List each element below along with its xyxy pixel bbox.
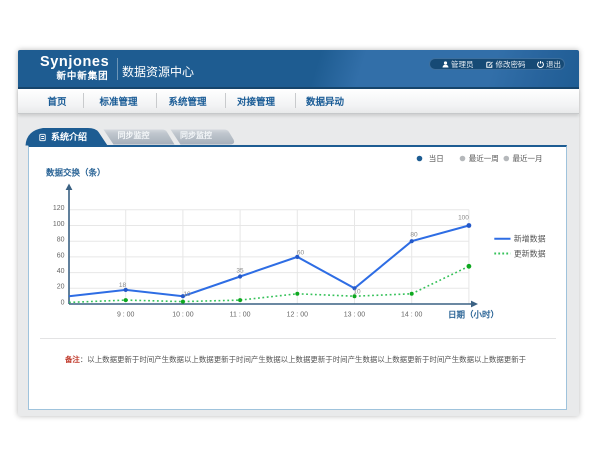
svg-text:10: 10 bbox=[183, 291, 191, 298]
svg-text:13 : 00: 13 : 00 bbox=[344, 311, 366, 318]
svg-text:10 : 00: 10 : 00 bbox=[172, 311, 194, 318]
svg-text:80: 80 bbox=[410, 231, 418, 238]
svg-text:14 : 00: 14 : 00 bbox=[401, 311, 423, 318]
svg-text:100: 100 bbox=[458, 214, 469, 221]
svg-text:11 : 00: 11 : 00 bbox=[230, 311, 251, 318]
svg-text:18: 18 bbox=[119, 282, 127, 289]
svg-text:当日: 当日 bbox=[429, 153, 444, 163]
svg-text:80: 80 bbox=[57, 237, 65, 244]
svg-text:最近一周: 最近一周 bbox=[469, 153, 499, 163]
svg-text:120: 120 bbox=[53, 205, 65, 212]
svg-text:10: 10 bbox=[353, 289, 361, 296]
svg-text:35: 35 bbox=[236, 268, 244, 275]
svg-text:100: 100 bbox=[53, 221, 65, 228]
svg-text:60: 60 bbox=[297, 250, 305, 257]
svg-text:新增数据: 新增数据 bbox=[514, 234, 546, 244]
svg-text:数据交换（条）: 数据交换（条） bbox=[46, 168, 106, 178]
svg-text:日期（小时）: 日期（小时） bbox=[448, 310, 499, 320]
svg-text:12 : 00: 12 : 00 bbox=[287, 311, 309, 318]
svg-text:最近一月: 最近一月 bbox=[513, 153, 543, 163]
svg-text:0: 0 bbox=[61, 299, 65, 306]
svg-text:40: 40 bbox=[57, 268, 65, 275]
svg-text:60: 60 bbox=[57, 252, 65, 259]
svg-text:20: 20 bbox=[57, 284, 65, 291]
svg-text:9 : 00: 9 : 00 bbox=[117, 311, 135, 318]
svg-text:更新数据: 更新数据 bbox=[514, 248, 546, 258]
